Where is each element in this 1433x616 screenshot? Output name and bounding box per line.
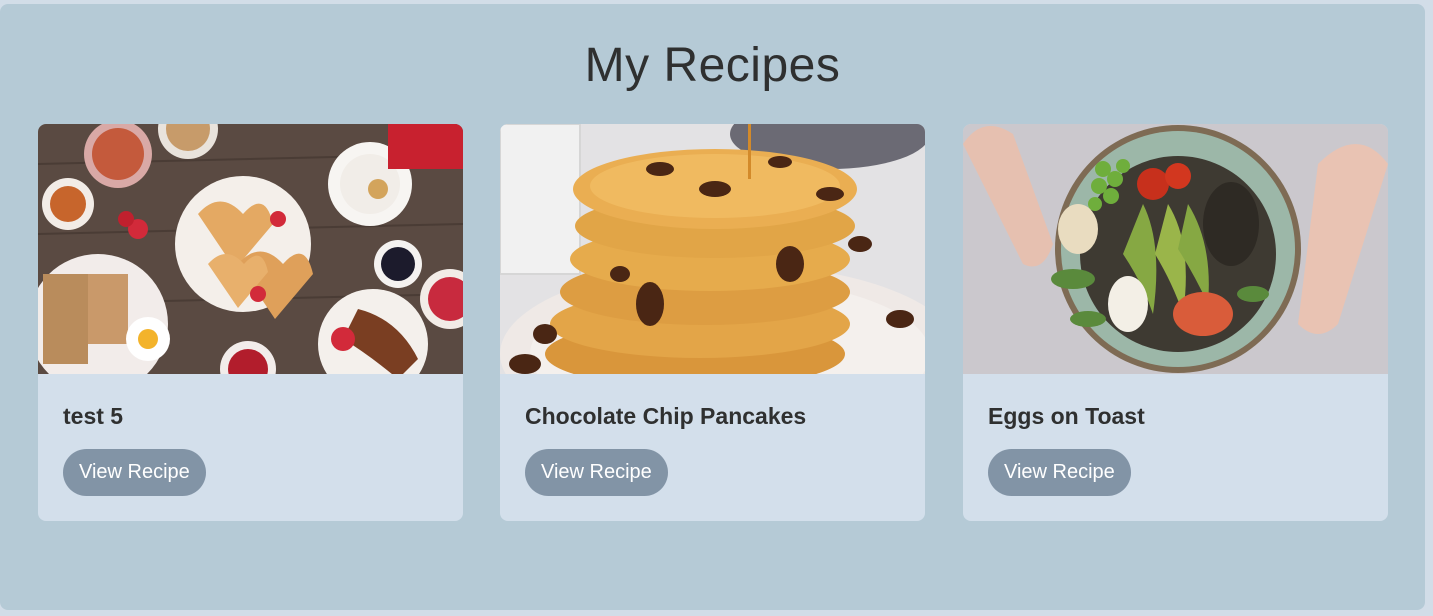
recipe-title: test 5 — [63, 403, 124, 429]
page-title: My Recipes — [584, 39, 841, 92]
recipe-image-eggs-on-toast — [963, 124, 1388, 374]
recipe-title: Chocolate Chip Pancakes — [525, 403, 807, 429]
recipe-title: Eggs on Toast — [988, 403, 1145, 429]
recipe-card: Chocolate Chip Pancakes View Recipe — [500, 124, 925, 521]
view-recipe-button[interactable]: View Recipe — [988, 449, 1131, 496]
recipe-card: Eggs on Toast View Recipe — [963, 124, 1388, 521]
view-recipe-button[interactable]: View Recipe — [525, 449, 668, 496]
recipes-panel: My Recipes test 5 View Recipe Chocolate … — [0, 4, 1425, 610]
view-recipe-button[interactable]: View Recipe — [63, 449, 206, 496]
recipe-image-breakfast — [38, 124, 463, 374]
recipe-card: test 5 View Recipe — [38, 124, 463, 521]
recipe-image-pancakes — [500, 124, 925, 374]
